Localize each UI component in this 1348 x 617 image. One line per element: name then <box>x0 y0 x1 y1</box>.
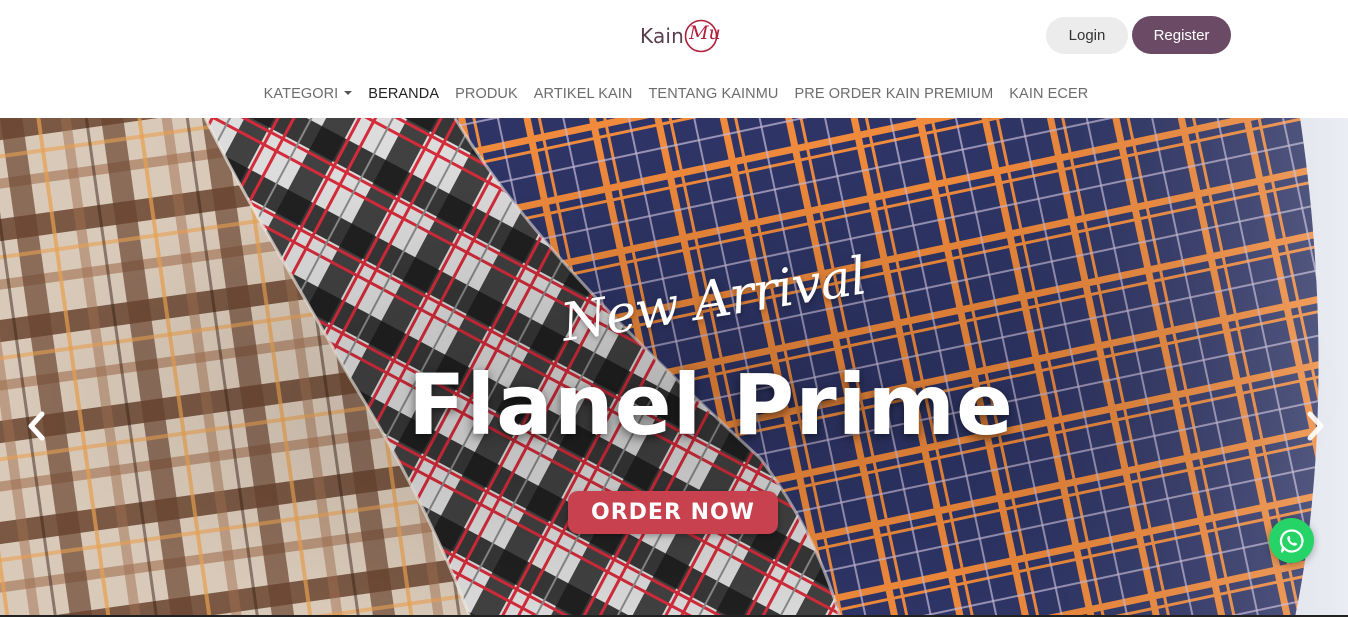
nav-item-produk[interactable]: PRODUK <box>447 86 526 102</box>
logo-accent-mark: Mu <box>683 18 721 54</box>
nav-item-kain-ecer[interactable]: KAIN ECER <box>1001 86 1096 102</box>
nav-item-pre-order-kain-premium[interactable]: PRE ORDER KAIN PREMIUM <box>787 86 1002 102</box>
hero-fabric-image <box>0 118 1348 617</box>
logo-text: Kain <box>640 24 685 48</box>
carousel-prev-button[interactable] <box>22 408 52 444</box>
nav-item-label: KATEGORI <box>263 86 339 102</box>
carousel-next-button[interactable] <box>1300 408 1330 444</box>
chevron-right-icon <box>1307 411 1324 441</box>
logo-accent-text: Mu <box>689 22 721 44</box>
whatsapp-button[interactable] <box>1269 518 1314 563</box>
main-navigation: KATEGORI BERANDA PRODUK ARTIKEL KAIN TEN… <box>0 70 1348 118</box>
nav-item-tentang-kainmu[interactable]: TENTANG KAINMU <box>640 86 786 102</box>
kainmu-logo[interactable]: Kain Mu <box>640 18 721 54</box>
order-now-button[interactable]: ORDER NOW <box>568 491 778 534</box>
nav-item-beranda[interactable]: BERANDA <box>360 86 447 102</box>
hero-carousel: New Arrival Flanel Prime ORDER NOW <box>0 118 1348 617</box>
nav-item-kategori[interactable]: KATEGORI <box>256 86 361 102</box>
login-button[interactable]: Login <box>1046 17 1128 54</box>
caret-down-icon <box>344 91 353 95</box>
register-button[interactable]: Register <box>1132 16 1231 54</box>
nav-list: KATEGORI BERANDA PRODUK ARTIKEL KAIN TEN… <box>256 86 1097 102</box>
site-header: Kain Mu Login Register <box>0 0 1348 70</box>
chevron-left-icon <box>28 411 45 441</box>
whatsapp-icon <box>1279 528 1304 553</box>
nav-item-artikel-kain[interactable]: ARTIKEL KAIN <box>526 86 641 102</box>
